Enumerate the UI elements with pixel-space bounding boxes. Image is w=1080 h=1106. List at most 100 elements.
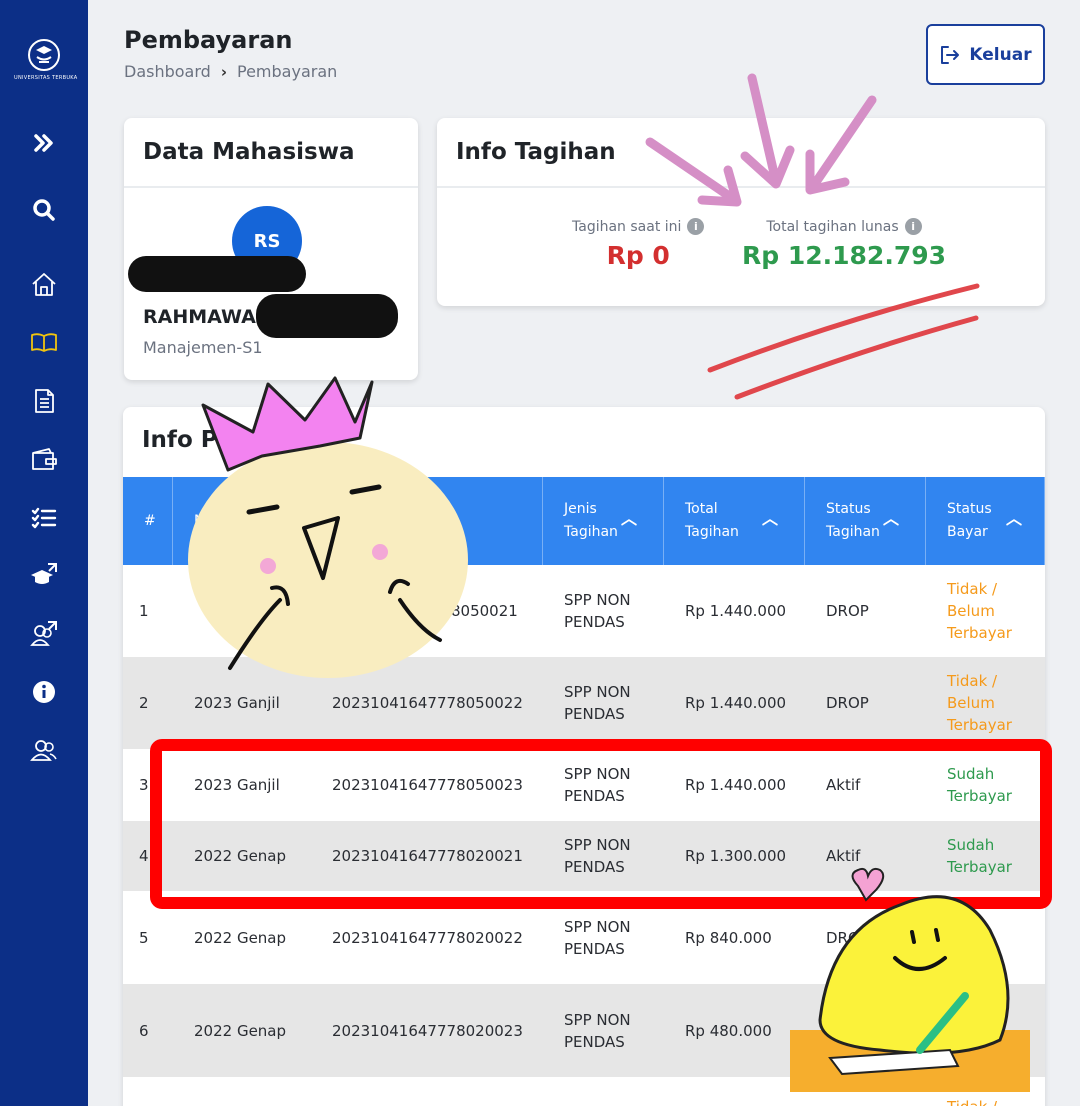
row-payment-status: Sudah Terbayar (947, 836, 1012, 876)
current-bill-label: Tagihan saat ini (572, 218, 682, 235)
page-title: Pembayaran (124, 26, 293, 54)
row-number: 6 (139, 1021, 149, 1040)
row-payment-status: Tidak / Belum Terbayar (947, 580, 1012, 642)
logo-text: UNIVERSITAS TERBUKA (14, 75, 78, 81)
row-bill-code: 20231041647778020023 (332, 1021, 523, 1040)
bill-info-card: Info Tagihan Tagihan saat ini i Rp 0 Tot… (437, 118, 1045, 306)
double-chevron-right-icon (34, 134, 53, 152)
current-bill: Tagihan saat ini i Rp 0 (572, 218, 705, 270)
users-icon (30, 740, 57, 761)
sidebar-item-graduation[interactable] (24, 556, 64, 596)
row-bill-status: Aktif (826, 847, 861, 865)
info-icon (33, 681, 55, 703)
wallet-icon (32, 448, 57, 470)
info-tooltip-icon[interactable]: i (904, 218, 922, 235)
search-icon (33, 199, 55, 221)
document-icon (35, 389, 54, 413)
row-total: Rp 1.440.000 (685, 776, 787, 794)
table-row: 1 8050021 SPP NON PENDAS Rp 1.440.000 DROP Ti… (123, 565, 1045, 657)
info-tooltip-icon[interactable]: i (687, 218, 705, 235)
row-number: 3 (139, 776, 149, 794)
column-header-payment-status[interactable]: Status Bayar ︿ (926, 477, 1045, 565)
row-bill-type: SPP NON PENDAS (564, 591, 631, 631)
row-period: 2022 Genap (194, 928, 287, 947)
breadcrumb-current: Pembayaran (237, 62, 338, 81)
paid-bill-value: Rp 12.182.793 (742, 241, 947, 270)
redaction-mark (128, 256, 306, 292)
table-row: 4 2022 Genap 20231041647778020021 SPP NON P… (123, 821, 1045, 891)
current-bill-value: Rp 0 (606, 241, 670, 270)
row-bill-code: 20231041647778050023 (332, 776, 523, 794)
sidebar-item-payment[interactable] (24, 440, 64, 480)
column-header-code[interactable] (311, 477, 543, 565)
sort-chevron-up-icon[interactable]: ︿ (621, 507, 637, 530)
row-bill-status: DRO (826, 928, 860, 947)
row-bill-status: DROP (826, 694, 869, 712)
row-payment-status: Tidak / Belum Terbayar (947, 672, 1012, 734)
sidebar-search-button[interactable] (24, 190, 64, 230)
table-row: 3 2023 Ganjil 20231041647778050023 SPP NON … (123, 749, 1045, 821)
row-period: 2023 Ganjil (194, 694, 280, 712)
row-period: 2023 Ganjil (194, 776, 280, 794)
breadcrumb: Dashboard › Pembayaran (124, 62, 337, 81)
paid-bill: Total tagihan lunas i Rp 12.182.793 (742, 218, 946, 270)
sidebar-item-document[interactable] (24, 381, 64, 421)
sort-chevron-up-icon[interactable]: ︿ (762, 507, 778, 530)
sidebar-item-tasks[interactable] (24, 498, 64, 538)
payment-info-card: Info P # M Jenis Tagihan ︿ Total Tagihan ︿… (123, 407, 1045, 1106)
column-header-period[interactable]: M (173, 477, 311, 565)
row-bill-status: DROP (826, 602, 869, 620)
table-row: 6 2022 Genap 20231041647778020023 SPP NON P… (123, 984, 1045, 1077)
sidebar: UNIVERSITAS TERBUKA (0, 0, 88, 1106)
sidebar-item-course[interactable] (24, 322, 64, 362)
paid-bill-label: Total tagihan lunas (766, 218, 899, 235)
row-number: 5 (139, 928, 149, 947)
bill-card-title: Info Tagihan (437, 118, 1045, 188)
row-period: 2022 Genap (194, 847, 287, 865)
column-header-number: # (123, 477, 173, 565)
column-header-bill-type[interactable]: Jenis Tagihan ︿ (543, 477, 664, 565)
logout-label: Keluar (969, 44, 1032, 65)
student-name: RAHMAWA (143, 306, 256, 328)
expand-sidebar-button[interactable] (24, 123, 64, 163)
column-header-bill-status[interactable]: Status Tagihan ︿ (805, 477, 926, 565)
row-bill-code: 20231041647778020022 (332, 928, 523, 947)
graduation-cap-external-icon (31, 563, 57, 584)
sidebar-item-info[interactable] (24, 672, 64, 712)
home-icon (32, 273, 56, 296)
table-row: Tidak / (123, 1077, 1045, 1106)
redaction-mark (256, 294, 398, 338)
sidebar-item-users[interactable] (24, 730, 64, 770)
row-bill-code: 20231041647778020021 (332, 847, 523, 865)
table-row: 5 2022 Genap 20231041647778020022 SPP NON P… (123, 891, 1045, 984)
university-emblem-icon (28, 39, 60, 71)
row-total: Rp 1.440.000 (685, 694, 787, 712)
users-external-icon (30, 621, 57, 646)
payment-info-title: Info P (142, 427, 218, 453)
row-bill-status: Aktif (826, 776, 861, 794)
sidebar-item-community[interactable] (24, 614, 64, 654)
row-bill-code: 20231041647778050022 (332, 694, 523, 712)
row-total: Rp 480.000 (685, 1021, 772, 1040)
breadcrumb-separator-icon: › (220, 62, 227, 81)
book-icon (31, 333, 57, 352)
row-period: 2022 Genap (194, 1021, 287, 1040)
sort-chevron-up-icon[interactable]: ︿ (1006, 507, 1022, 530)
column-header-total[interactable]: Total Tagihan ︿ (664, 477, 805, 565)
sidebar-item-home[interactable] (24, 264, 64, 304)
payment-table: # M Jenis Tagihan ︿ Total Tagihan ︿ Status… (123, 477, 1045, 1106)
row-bill-code: 8050021 (451, 602, 518, 620)
row-total: Rp 1.300.000 (685, 847, 787, 865)
row-payment-status: Sudah Terbayar (947, 765, 1012, 805)
sort-chevron-up-icon[interactable]: ︿ (883, 507, 899, 530)
table-header: # M Jenis Tagihan ︿ Total Tagihan ︿ Status… (123, 477, 1045, 565)
checklist-icon (31, 507, 57, 529)
university-logo[interactable]: UNIVERSITAS TERBUKA (14, 38, 78, 81)
row-bill-type: SPP NON PENDAS (564, 1010, 631, 1051)
student-data-card: Data Mahasiswa RS RAHMAWA Manajemen-S1 (124, 118, 418, 380)
breadcrumb-dashboard[interactable]: Dashboard (124, 62, 211, 81)
row-number: 2 (139, 694, 149, 712)
row-payment-status: Tidak / (926, 1096, 1045, 1106)
row-bill-type: SPP NON PENDAS (564, 683, 631, 723)
logout-button[interactable]: Keluar (926, 24, 1045, 85)
